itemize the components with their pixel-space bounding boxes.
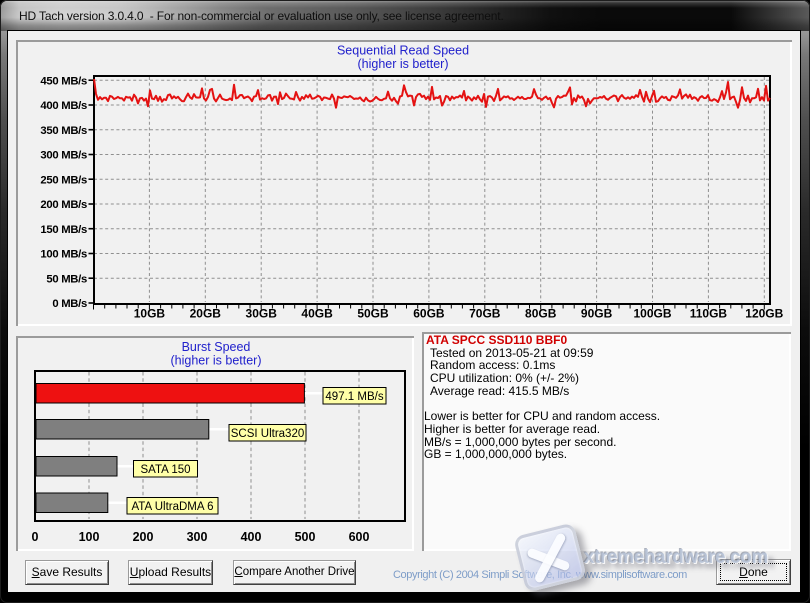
- svg-text:10GB: 10GB: [134, 307, 166, 321]
- svg-text:500: 500: [295, 530, 316, 544]
- svg-text:150 MB/s: 150 MB/s: [40, 224, 87, 236]
- svg-text:(higher is better): (higher is better): [357, 57, 448, 71]
- svg-text:400: 400: [241, 530, 262, 544]
- svg-text:Burst Speed: Burst Speed: [182, 340, 251, 354]
- svg-text:20GB: 20GB: [190, 307, 222, 321]
- svg-text:40GB: 40GB: [301, 307, 333, 321]
- svg-text:350 MB/s: 350 MB/s: [40, 125, 87, 137]
- svg-text:600: 600: [349, 530, 370, 544]
- svg-text:80GB: 80GB: [525, 307, 557, 321]
- svg-text:300: 300: [187, 530, 208, 544]
- svg-text:SATA 150: SATA 150: [140, 464, 190, 476]
- svg-text:70GB: 70GB: [469, 307, 501, 321]
- svg-text:400 MB/s: 400 MB/s: [40, 100, 87, 112]
- svg-text:250 MB/s: 250 MB/s: [40, 174, 87, 186]
- svg-text:497.1 MB/s: 497.1 MB/s: [325, 391, 383, 403]
- svg-text:300 MB/s: 300 MB/s: [40, 150, 87, 162]
- svg-text:90GB: 90GB: [581, 307, 613, 321]
- svg-text:ATA UltraDMA 6: ATA UltraDMA 6: [131, 501, 213, 513]
- svg-text:0 MB/s: 0 MB/s: [52, 298, 87, 310]
- svg-text:50 MB/s: 50 MB/s: [46, 273, 87, 285]
- svg-text:450 MB/s: 450 MB/s: [40, 75, 87, 87]
- svg-text:(higher is better): (higher is better): [170, 354, 261, 368]
- svg-text:200: 200: [133, 530, 154, 544]
- svg-text:100GB: 100GB: [633, 307, 671, 321]
- svg-text:60GB: 60GB: [413, 307, 445, 321]
- svg-text:110GB: 110GB: [690, 307, 728, 321]
- svg-text:200 MB/s: 200 MB/s: [40, 199, 87, 211]
- svg-text:100: 100: [79, 530, 100, 544]
- svg-text:Sequential Read Speed: Sequential Read Speed: [337, 44, 469, 58]
- svg-text:30GB: 30GB: [246, 307, 278, 321]
- svg-text:SCSI Ultra320: SCSI Ultra320: [231, 428, 305, 440]
- svg-text:100 MB/s: 100 MB/s: [40, 249, 87, 261]
- svg-text:120GB: 120GB: [745, 307, 783, 321]
- svg-text:50GB: 50GB: [357, 307, 389, 321]
- svg-text:0: 0: [32, 530, 39, 544]
